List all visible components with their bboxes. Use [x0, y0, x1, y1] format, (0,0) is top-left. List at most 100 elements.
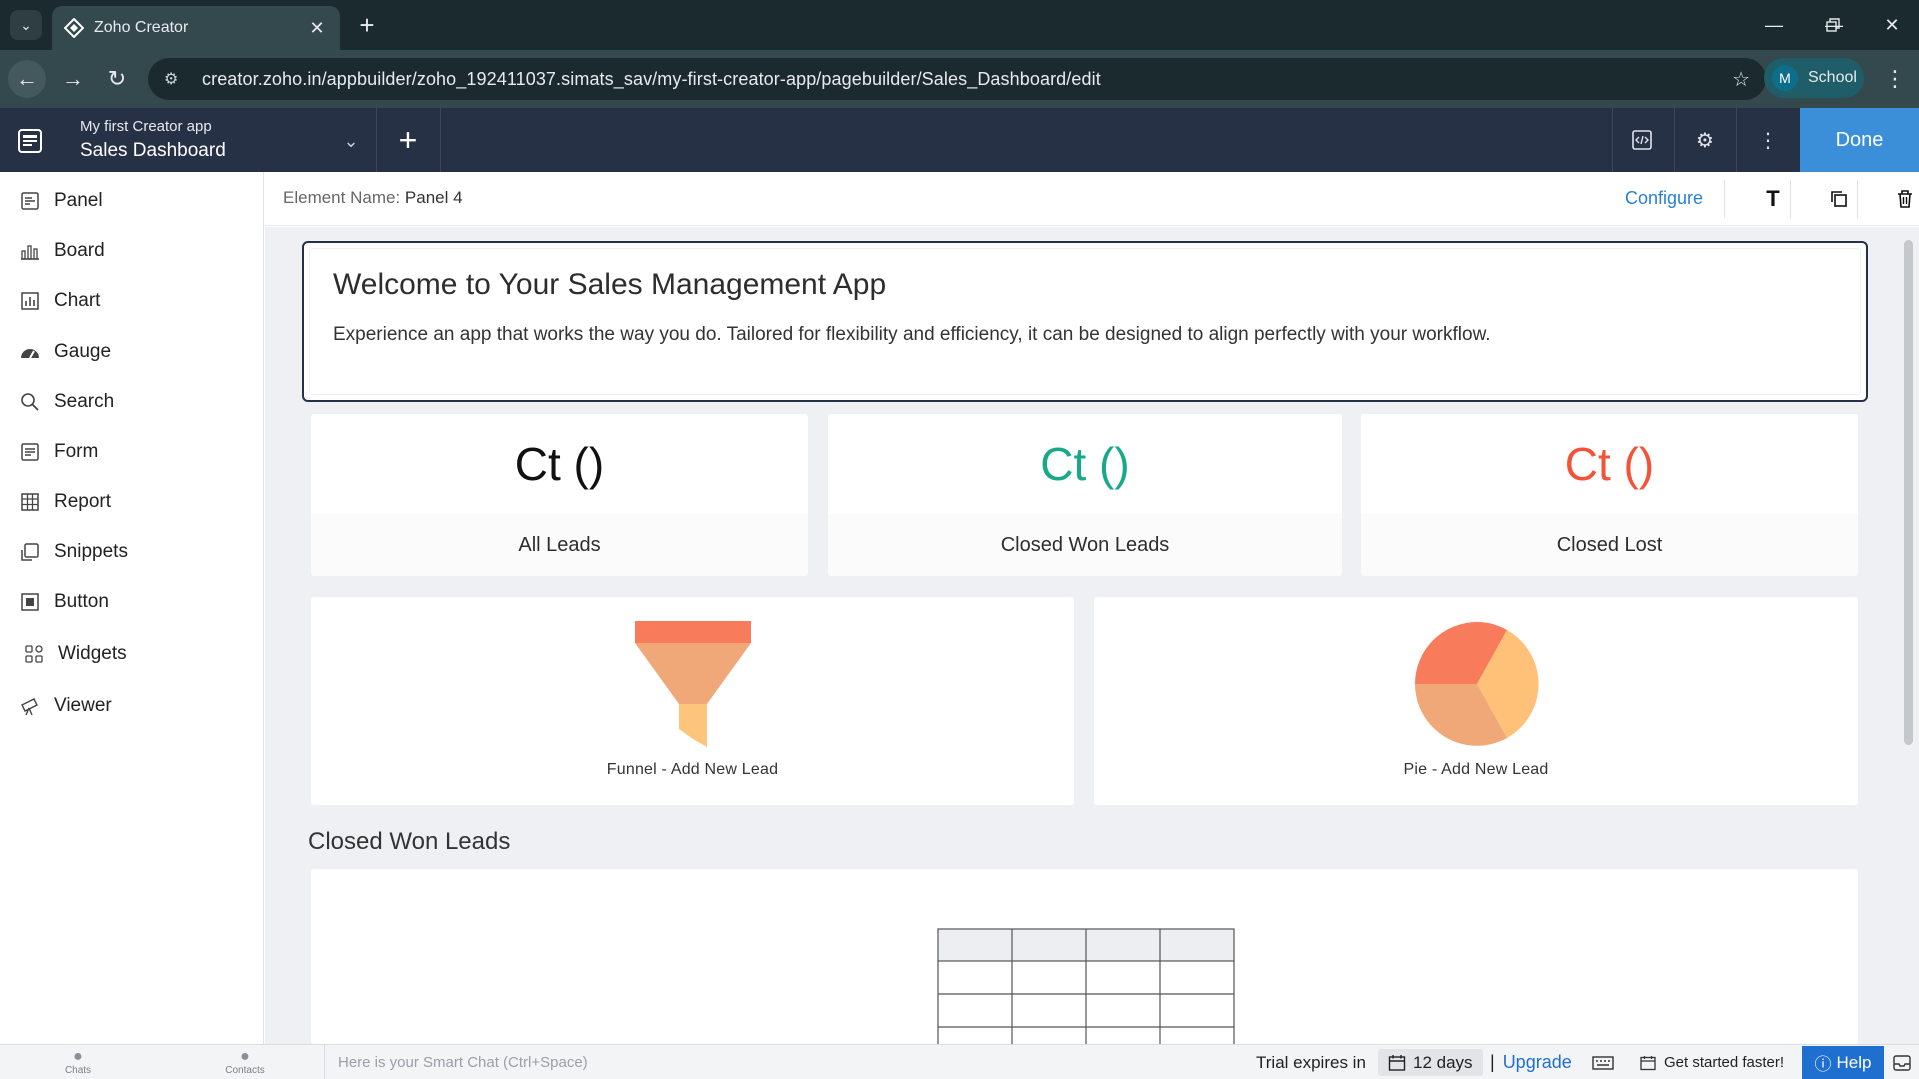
code-glyph — [1632, 130, 1652, 150]
profile-name: School — [1808, 69, 1857, 86]
canvas-scrollbar[interactable] — [1904, 240, 1913, 745]
chats-button[interactable]: ● Chats — [60, 1045, 96, 1079]
get-started-label: Get started faster! — [1664, 1054, 1785, 1071]
browser-tab[interactable]: Zoho Creator ✕ — [52, 6, 340, 50]
pie-chart-label: Pie - Add New Lead — [1403, 761, 1549, 778]
chart-icon — [18, 289, 42, 313]
tab-close-icon[interactable]: ✕ — [306, 18, 328, 39]
pie-chart-card[interactable]: Pie - Add New Lead — [1094, 597, 1858, 805]
restore-down-glyph — [1826, 18, 1840, 32]
sidebar-item-label: Button — [54, 591, 109, 612]
settings-gear-icon[interactable]: ⚙ — [1685, 122, 1725, 158]
sidebar-item-snippets[interactable]: Snippets — [0, 530, 264, 574]
reload-icon[interactable]: ↻ — [98, 60, 136, 98]
stat-card-all-leads[interactable]: Ct () All Leads — [311, 414, 808, 576]
sidebar-item-form[interactable]: Form — [0, 430, 264, 474]
contacts-label: Contacts — [225, 1065, 265, 1076]
sidebar-item-chart[interactable]: Chart — [0, 279, 264, 323]
more-options-icon[interactable]: ⋮ — [1748, 122, 1788, 158]
text-format-icon[interactable]: T — [1756, 182, 1790, 216]
sidebar-item-panel[interactable]: Panel — [0, 179, 264, 223]
element-name-value[interactable]: Panel 4 — [405, 188, 463, 207]
app-title-block[interactable]: My first Creator app Sales Dashboard — [80, 118, 226, 162]
notifications-inbox-icon[interactable] — [1893, 1045, 1911, 1079]
zoho-creator-favicon-icon — [64, 18, 84, 38]
add-page-plus-icon[interactable]: + — [388, 122, 428, 158]
report-icon — [18, 490, 42, 514]
stat-card-closed-won[interactable]: Ct () Closed Won Leads — [828, 414, 1342, 576]
header-divider — [1736, 108, 1737, 172]
board-icon — [18, 239, 42, 263]
upgrade-label[interactable]: Upgrade — [1503, 1052, 1572, 1073]
chats-label: Chats — [64, 1065, 92, 1076]
sidebar-item-label: Form — [54, 441, 99, 462]
sidebar-item-button[interactable]: Button — [0, 580, 264, 624]
sidebar-item-widgets[interactable]: Widgets — [0, 632, 264, 676]
done-button[interactable]: Done — [1800, 108, 1919, 172]
minimize-window-icon[interactable]: — — [1754, 8, 1794, 42]
sidebar-item-gauge[interactable]: Gauge — [0, 330, 264, 374]
sidebar-item-search[interactable]: Search — [0, 380, 264, 424]
contacts-button[interactable]: ● Contacts — [220, 1045, 270, 1079]
avatar: M — [1772, 65, 1798, 91]
report-card[interactable] — [311, 869, 1858, 1044]
element-sidebar: Panel Board Chart Gauge Search Form Repo… — [0, 172, 264, 1044]
bar-divider — [1857, 180, 1858, 218]
stat-value: Ct () — [514, 438, 605, 490]
stat-value: Ct () — [1040, 438, 1130, 490]
gauge-icon — [18, 340, 42, 364]
app-menu-icon[interactable] — [16, 127, 44, 155]
sidebar-item-label: Gauge — [54, 341, 112, 362]
sidebar-item-report[interactable]: Report — [0, 480, 264, 524]
profile-button[interactable]: M School — [1764, 58, 1864, 98]
stat-value: Ct () — [1564, 438, 1655, 490]
sidebar-item-board[interactable]: Board — [0, 229, 264, 273]
restore-down-icon[interactable] — [1813, 8, 1853, 42]
calendar-start-icon — [1640, 1055, 1656, 1070]
browser-tab-bar: ⌄ Zoho Creator ✕ + — — [0, 0, 1919, 50]
url-text[interactable]: creator.zoho.in/appbuilder/zoho_19241103… — [194, 69, 1732, 90]
tab-search-chevron-icon[interactable]: ⌄ — [10, 10, 42, 40]
new-tab-plus-icon[interactable]: + — [352, 10, 382, 40]
trial-days: 12 days — [1413, 1052, 1473, 1072]
configure-link[interactable]: Configure — [1625, 188, 1703, 209]
get-started-button[interactable]: Get started faster! — [1640, 1045, 1784, 1079]
address-bar[interactable]: ⚙ creator.zoho.in/appbuilder/zoho_192411… — [148, 58, 1766, 100]
section-title: Closed Won Leads — [308, 828, 511, 855]
app-header: My first Creator app Sales Dashboard ⌄ +… — [0, 108, 1919, 172]
welcome-panel-selected[interactable] — [302, 241, 1868, 402]
snippets-icon — [18, 540, 42, 564]
bookmark-star-icon[interactable]: ☆ — [1732, 67, 1750, 92]
funnel-chart-card[interactable]: Funnel - Add New Lead — [311, 597, 1074, 805]
forward-icon[interactable]: → — [54, 60, 92, 98]
calendar-icon — [1388, 1054, 1406, 1071]
browser-menu-icon[interactable]: ⋮ — [1880, 62, 1910, 96]
search-icon — [18, 390, 42, 414]
sidebar-item-viewer[interactable]: Viewer — [0, 684, 264, 728]
sidebar-item-label: Widgets — [58, 643, 127, 664]
upgrade-link[interactable]: | Upgrade — [1490, 1045, 1572, 1079]
stat-label: Closed Won Leads — [828, 514, 1342, 576]
stat-card-closed-lost[interactable]: Ct () Closed Lost — [1361, 414, 1858, 576]
tab-title: Zoho Creator — [94, 19, 189, 36]
header-divider — [1674, 108, 1675, 172]
help-button[interactable]: ⓘ Help — [1802, 1046, 1884, 1079]
bar-divider — [1790, 180, 1791, 218]
sidebar-item-label: Report — [54, 491, 112, 512]
site-settings-icon[interactable]: ⚙ — [164, 69, 194, 89]
close-window-icon[interactable]: ✕ — [1872, 8, 1912, 42]
report-table-placeholder — [937, 928, 1235, 1044]
upgrade-separator: | — [1490, 1052, 1495, 1072]
back-icon[interactable]: ← — [8, 60, 46, 98]
help-label: Help — [1836, 1052, 1872, 1072]
duplicate-icon[interactable] — [1822, 182, 1856, 216]
statusbar-divider — [324, 1045, 325, 1079]
element-name-label: Element Name: — [283, 188, 401, 207]
code-view-icon[interactable] — [1622, 122, 1662, 158]
delete-trash-icon[interactable] — [1888, 182, 1919, 216]
help-question-icon: ⓘ — [1814, 1055, 1832, 1074]
funnel-segment-top — [635, 621, 751, 643]
keyboard-shortcuts-icon[interactable] — [1592, 1045, 1614, 1079]
page-switch-chevron-icon[interactable]: ⌄ — [336, 126, 366, 156]
smart-chat-input[interactable]: Here is your Smart Chat (Ctrl+Space) — [338, 1045, 588, 1079]
